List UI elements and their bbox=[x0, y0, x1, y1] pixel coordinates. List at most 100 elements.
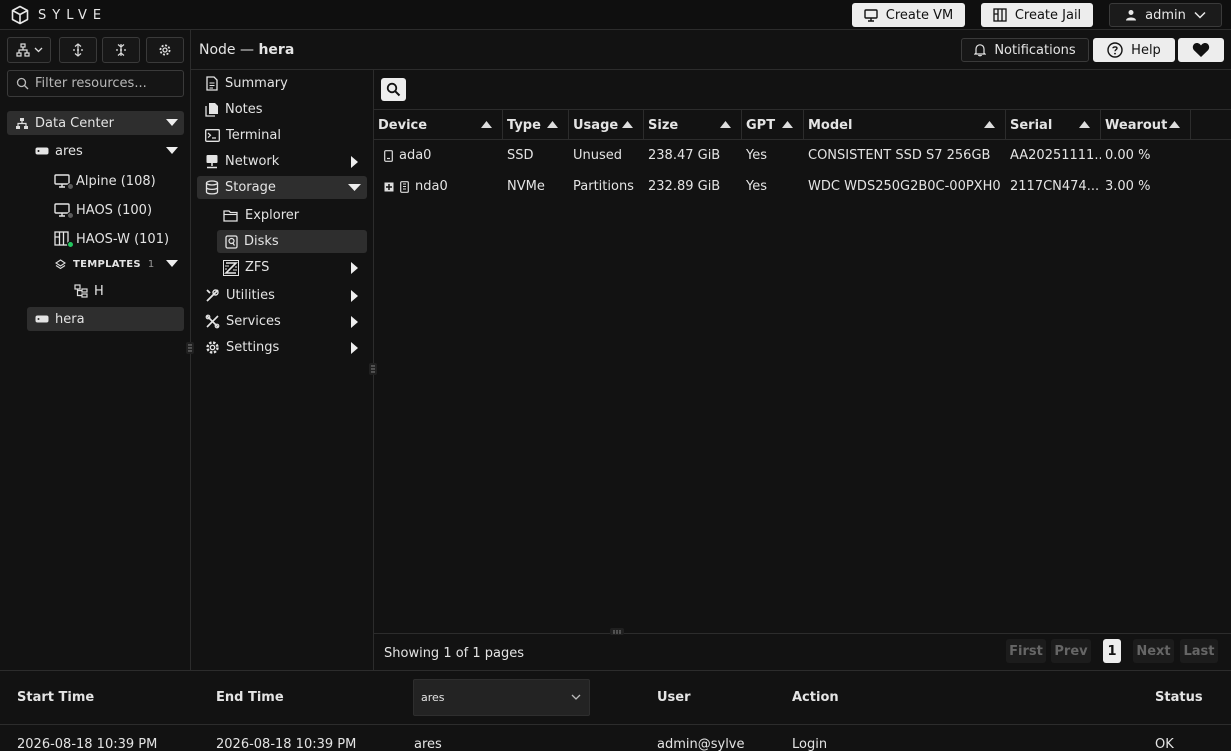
cell-model: CONSISTENT SSD S7 256GB bbox=[808, 148, 991, 163]
caret-down-icon[interactable] bbox=[166, 119, 178, 127]
filter-resources[interactable] bbox=[7, 70, 184, 97]
nav-item-explorer[interactable]: Explorer bbox=[217, 204, 367, 227]
notifications-label: Notifications bbox=[994, 42, 1076, 58]
nav-item-label: ZFS bbox=[245, 260, 270, 275]
tree-item-label: hera bbox=[55, 311, 85, 327]
collapse-all-button[interactable] bbox=[102, 37, 140, 63]
tree-item-datacenter[interactable]: Data Center bbox=[7, 111, 184, 135]
nav-item-terminal[interactable]: Terminal bbox=[199, 124, 367, 147]
expand-all-button[interactable] bbox=[59, 37, 97, 63]
nav-item-services[interactable]: Services bbox=[199, 310, 367, 333]
log-column-action[interactable]: Action bbox=[792, 690, 839, 705]
column-header-size[interactable]: Size bbox=[644, 110, 742, 140]
app-logo[interactable]: SYLVE bbox=[10, 5, 107, 25]
network-icon bbox=[205, 154, 219, 169]
caret-right-icon bbox=[351, 290, 359, 302]
cell-device: nda0 bbox=[374, 171, 503, 202]
notes-icon bbox=[205, 102, 219, 117]
nav-item-label: Summary bbox=[225, 76, 288, 91]
tree-item-jail-haos-w[interactable]: HAOS-W (101) bbox=[52, 227, 184, 251]
monitor-icon bbox=[864, 8, 878, 22]
column-header-type[interactable]: Type bbox=[503, 110, 569, 140]
caret-down-icon[interactable] bbox=[166, 147, 178, 155]
search-icon bbox=[16, 77, 29, 90]
column-header-model[interactable]: Model bbox=[804, 110, 1006, 140]
divider bbox=[0, 724, 1231, 725]
sort-asc-icon bbox=[547, 121, 558, 128]
page-title-prefix: Node — bbox=[199, 42, 254, 58]
table-row[interactable]: nda0 NVMe Partitions 232.89 GiB Yes WDC … bbox=[374, 171, 1231, 202]
user-name: admin bbox=[1145, 7, 1186, 23]
column-header-wearout[interactable]: Wearout bbox=[1101, 110, 1191, 140]
log-cell-action: Login bbox=[792, 737, 828, 751]
gear-icon bbox=[205, 340, 220, 355]
log-cell-node: ares bbox=[414, 737, 442, 751]
column-header-gpt[interactable]: GPT bbox=[742, 110, 804, 140]
sort-asc-icon bbox=[622, 121, 633, 128]
disk-icon bbox=[384, 149, 393, 162]
tree-item-templates[interactable]: TEMPLATES 1 bbox=[52, 252, 184, 276]
cell-model: WDC WDS250G2B0C-00PXH0 bbox=[808, 179, 1001, 194]
nav-item-summary[interactable]: Summary bbox=[199, 72, 367, 95]
log-node-filter-select[interactable]: ares bbox=[413, 679, 590, 716]
nav-item-label: Storage bbox=[225, 180, 276, 195]
create-jail-button[interactable]: Create Jail bbox=[981, 3, 1093, 27]
first-page-button[interactable]: First bbox=[1006, 639, 1046, 663]
jail-icon bbox=[993, 8, 1007, 22]
help-circle-icon bbox=[1107, 42, 1123, 58]
tree-item-node-hera[interactable]: hera bbox=[27, 307, 184, 331]
hierarchy-icon bbox=[15, 43, 30, 57]
top-bar: SYLVE Create VM Create Jail admin bbox=[0, 0, 1231, 30]
disks-table: Device Type Usage Size GPT Model Serial … bbox=[374, 109, 1231, 202]
nav-item-notes[interactable]: Notes bbox=[199, 98, 367, 121]
nav-item-utilities[interactable]: Utilities bbox=[199, 284, 367, 307]
log-column-user[interactable]: User bbox=[657, 690, 691, 705]
cell-usage: Partitions bbox=[573, 179, 634, 194]
page-1-button[interactable]: 1 bbox=[1103, 639, 1121, 663]
nav-item-network[interactable]: Network bbox=[199, 150, 367, 173]
help-button[interactable]: Help bbox=[1093, 38, 1175, 62]
node-header: Node — hera Notifications Help bbox=[191, 30, 1231, 70]
table-search-button[interactable] bbox=[381, 78, 406, 101]
nav-item-zfs[interactable]: ZFS bbox=[217, 256, 367, 279]
caret-right-icon bbox=[351, 156, 359, 168]
prev-page-button[interactable]: Prev bbox=[1051, 639, 1091, 663]
column-header-serial[interactable]: Serial bbox=[1006, 110, 1101, 140]
log-column-end-time[interactable]: End Time bbox=[216, 690, 284, 705]
filter-resources-input[interactable] bbox=[35, 76, 175, 91]
tree-item-node-ares[interactable]: ares bbox=[27, 139, 184, 163]
table-row[interactable]: ada0 SSD Unused 238.47 GiB Yes CONSISTEN… bbox=[374, 140, 1231, 171]
gear-icon bbox=[158, 43, 172, 57]
caret-down-icon[interactable] bbox=[166, 260, 178, 268]
template-tree-icon bbox=[74, 284, 88, 298]
cell-size: 232.89 GiB bbox=[648, 179, 721, 194]
column-header-usage[interactable]: Usage bbox=[569, 110, 644, 140]
nav-item-disks[interactable]: Disks bbox=[217, 230, 367, 253]
templates-label: TEMPLATES bbox=[73, 258, 141, 270]
sidebar-settings-button[interactable] bbox=[146, 37, 184, 63]
donate-heart-button[interactable] bbox=[1178, 38, 1224, 62]
tree-item-vm-alpine[interactable]: Alpine (108) bbox=[52, 169, 184, 193]
log-column-start-time[interactable]: Start Time bbox=[17, 690, 94, 705]
tree-view-dropdown[interactable] bbox=[7, 37, 51, 63]
nav-item-label: Terminal bbox=[226, 128, 281, 143]
expand-row-icon[interactable] bbox=[384, 182, 394, 192]
cell-gpt: Yes bbox=[746, 179, 767, 194]
tree-item-label: ares bbox=[55, 143, 83, 159]
cell-wearout: 0.00 % bbox=[1105, 148, 1151, 163]
log-panel-resize-handle[interactable] bbox=[610, 628, 624, 635]
notifications-button[interactable]: Notifications bbox=[961, 38, 1089, 62]
log-column-status[interactable]: Status bbox=[1155, 690, 1203, 705]
tree-item-vm-haos[interactable]: HAOS (100) bbox=[52, 198, 184, 222]
user-menu-button[interactable]: admin bbox=[1109, 3, 1222, 27]
device-name: nda0 bbox=[415, 179, 448, 194]
tree-item-template-h[interactable]: H bbox=[74, 279, 184, 303]
next-page-button[interactable]: Next bbox=[1133, 639, 1174, 663]
create-vm-button[interactable]: Create VM bbox=[852, 3, 965, 27]
last-page-button[interactable]: Last bbox=[1180, 639, 1218, 663]
nav-item-settings[interactable]: Settings bbox=[199, 336, 367, 359]
log-cell-user: admin@sylve bbox=[657, 737, 745, 751]
column-header-device[interactable]: Device bbox=[374, 110, 503, 140]
tree-item-label: HAOS (100) bbox=[76, 202, 153, 218]
nav-item-storage[interactable]: Storage bbox=[197, 176, 367, 199]
